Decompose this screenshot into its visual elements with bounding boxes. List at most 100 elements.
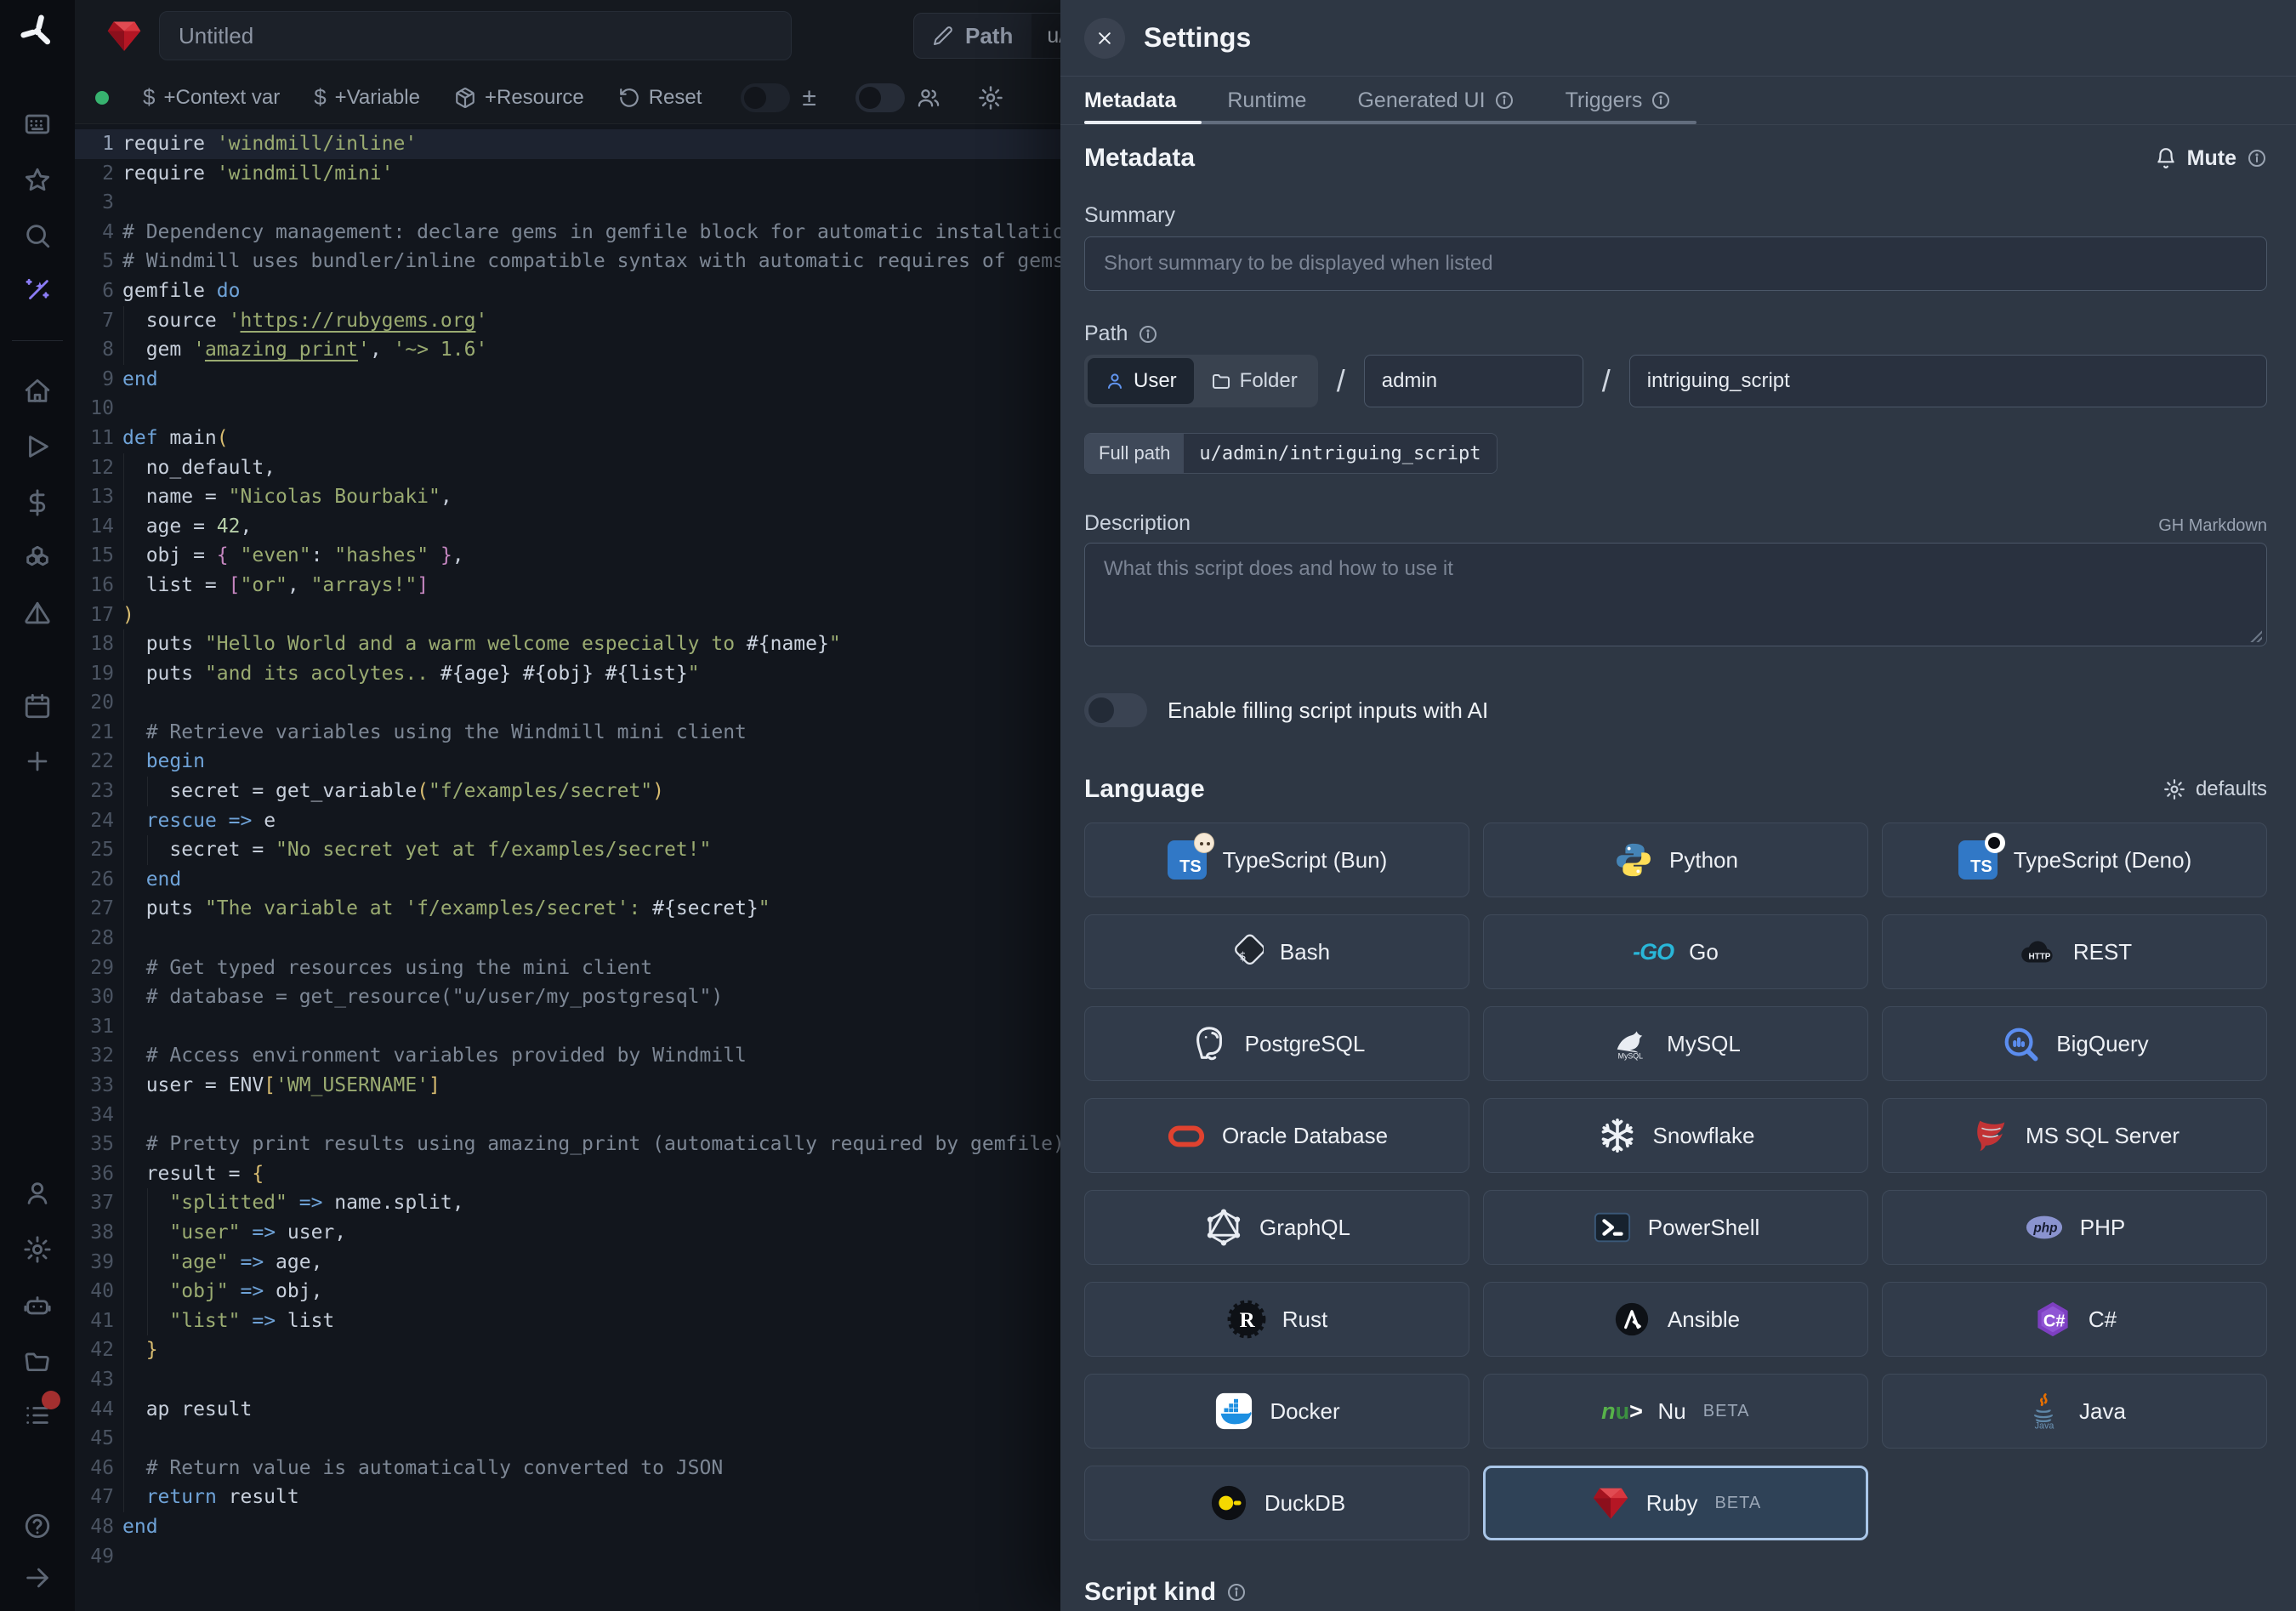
pencil-icon <box>933 26 953 46</box>
postgresql-icon <box>1189 1023 1230 1064</box>
language-option-python[interactable]: Python <box>1483 823 1868 897</box>
language-option-snowflake[interactable]: Snowflake <box>1483 1098 1868 1173</box>
tab-generated-ui[interactable]: Generated UI <box>1332 77 1539 124</box>
help-circle-icon[interactable] <box>23 1511 52 1540</box>
bash-icon: $ <box>1224 931 1265 972</box>
user-icon[interactable] <box>23 1179 52 1208</box>
summary-input[interactable] <box>1084 236 2267 291</box>
beta-badge: BETA <box>1703 1402 1750 1421</box>
language-option-bigquery[interactable]: BigQuery <box>1882 1006 2267 1081</box>
line-number: 24 <box>75 806 114 836</box>
language-option-mysql[interactable]: MySQLMySQL <box>1483 1006 1868 1081</box>
full-path-label: Full path <box>1085 434 1184 473</box>
language-option-postgresql[interactable]: PostgreSQL <box>1084 1006 1469 1081</box>
multiplayer-toggle[interactable] <box>855 83 905 112</box>
tab-runtime[interactable]: Runtime <box>1202 77 1332 124</box>
language-option-go[interactable]: ‑GOGo <box>1483 914 1868 989</box>
language-option-powershell[interactable]: PowerShell <box>1483 1190 1868 1265</box>
deno-icon: TS <box>1958 840 1998 880</box>
folder-open-icon[interactable] <box>23 1346 52 1375</box>
language-option-bash[interactable]: $Bash <box>1084 914 1469 989</box>
script-title-input[interactable] <box>159 11 792 60</box>
reset-button[interactable]: Reset <box>618 86 702 110</box>
description-textarea[interactable] <box>1084 543 2267 646</box>
path-name-input[interactable] <box>1629 355 2267 407</box>
bot-icon[interactable] <box>23 1290 52 1319</box>
language-option-graphql[interactable]: GraphQL <box>1084 1190 1469 1265</box>
tab-metadata[interactable]: Metadata <box>1084 77 1202 124</box>
line-number: 17 <box>75 601 114 630</box>
rust-icon: R <box>1226 1299 1267 1340</box>
close-icon[interactable] <box>1084 18 1125 59</box>
pyramid-icon[interactable] <box>23 600 52 629</box>
line-number: 18 <box>75 629 114 659</box>
app-window-icon[interactable] <box>23 110 52 139</box>
snowflake-icon <box>1597 1115 1638 1156</box>
list-badge-icon[interactable] <box>23 1401 52 1430</box>
add-resource-button[interactable]: +Resource <box>454 86 584 110</box>
play-icon[interactable] <box>23 432 52 461</box>
arrow-right-icon[interactable] <box>23 1563 52 1592</box>
rest-icon: HTTP <box>2017 931 2058 972</box>
line-number: 23 <box>75 777 114 806</box>
dollar-icon: $ <box>143 84 155 111</box>
language-defaults-button[interactable]: defaults <box>2163 777 2267 801</box>
line-number: 3 <box>75 188 114 218</box>
language-option-docker[interactable]: Docker <box>1084 1374 1469 1449</box>
folder-icon <box>1211 371 1231 391</box>
line-number: 9 <box>75 365 114 395</box>
dollar-icon[interactable] <box>23 488 52 517</box>
language-option-java[interactable]: JavaJava <box>1882 1374 2267 1449</box>
line-number: 16 <box>75 571 114 601</box>
mute-button[interactable]: Mute <box>2155 146 2267 171</box>
ruby-language-icon <box>105 17 143 54</box>
language-option-ms-sql-server[interactable]: MS SQL Server <box>1882 1098 2267 1173</box>
language-option-oracle-database[interactable]: Oracle Database <box>1084 1098 1469 1173</box>
settings-body: Metadata Mute Summary Path User <box>1060 125 2296 1611</box>
language-option-typescript-bun[interactable]: TSTypeScript (Bun) <box>1084 823 1469 897</box>
language-option-typescript-deno[interactable]: TSTypeScript (Deno) <box>1882 823 2267 897</box>
language-option-c[interactable]: C#C# <box>1882 1282 2267 1357</box>
language-option-rust[interactable]: RRust <box>1084 1282 1469 1357</box>
docker-icon <box>1213 1391 1254 1432</box>
wand-sparkles-icon[interactable] <box>23 276 52 305</box>
diff-mode-toggle[interactable] <box>741 83 790 112</box>
language-option-nu[interactable]: nu>NuBETA <box>1483 1374 1868 1449</box>
full-path-chip: Full path u/admin/intriguing_script <box>1084 433 1498 474</box>
editor-settings-gear-icon[interactable] <box>978 85 1003 111</box>
powershell-icon <box>1592 1207 1633 1248</box>
language-option-ruby[interactable]: RubyBETA <box>1483 1466 1868 1540</box>
dollar-icon: $ <box>314 84 326 111</box>
summary-label: Summary <box>1084 203 2267 228</box>
ai-fill-label: Enable filling script inputs with AI <box>1168 697 1488 724</box>
users-icon <box>917 86 941 110</box>
oracle-icon <box>1166 1115 1207 1156</box>
boxes-icon[interactable] <box>23 544 52 572</box>
full-path-value: u/admin/intriguing_script <box>1184 434 1496 473</box>
mute-label: Mute <box>2187 146 2236 171</box>
tab-triggers[interactable]: Triggers <box>1540 77 1697 124</box>
owner-kind-folder[interactable]: Folder <box>1194 358 1315 404</box>
line-number: 13 <box>75 482 114 512</box>
mysql-icon: MySQL <box>1611 1023 1651 1064</box>
owner-kind-user[interactable]: User <box>1088 358 1194 404</box>
add-variable-button[interactable]: $ +Variable <box>314 84 420 111</box>
home-icon[interactable] <box>23 377 52 406</box>
ruby-icon <box>1590 1483 1631 1523</box>
line-number: 28 <box>75 924 114 954</box>
plus-icon[interactable] <box>23 747 52 776</box>
ai-fill-toggle[interactable] <box>1084 693 1147 727</box>
settings-gear-icon[interactable] <box>23 1235 52 1264</box>
windmill-logo-icon[interactable] <box>18 12 57 51</box>
path-owner-input[interactable] <box>1364 355 1583 407</box>
language-option-php[interactable]: phpPHP <box>1882 1190 2267 1265</box>
sidebar-divider <box>12 340 63 341</box>
language-option-duckdb[interactable]: DuckDB <box>1084 1466 1469 1540</box>
star-icon[interactable] <box>23 166 52 195</box>
language-option-ansible[interactable]: Ansible <box>1483 1282 1868 1357</box>
add-context-var-button[interactable]: $ +Context var <box>143 84 280 111</box>
plus-minus-icon: ± <box>802 83 816 112</box>
calendar-icon[interactable] <box>23 692 52 720</box>
language-option-rest[interactable]: HTTPREST <box>1882 914 2267 989</box>
search-icon[interactable] <box>23 221 52 250</box>
